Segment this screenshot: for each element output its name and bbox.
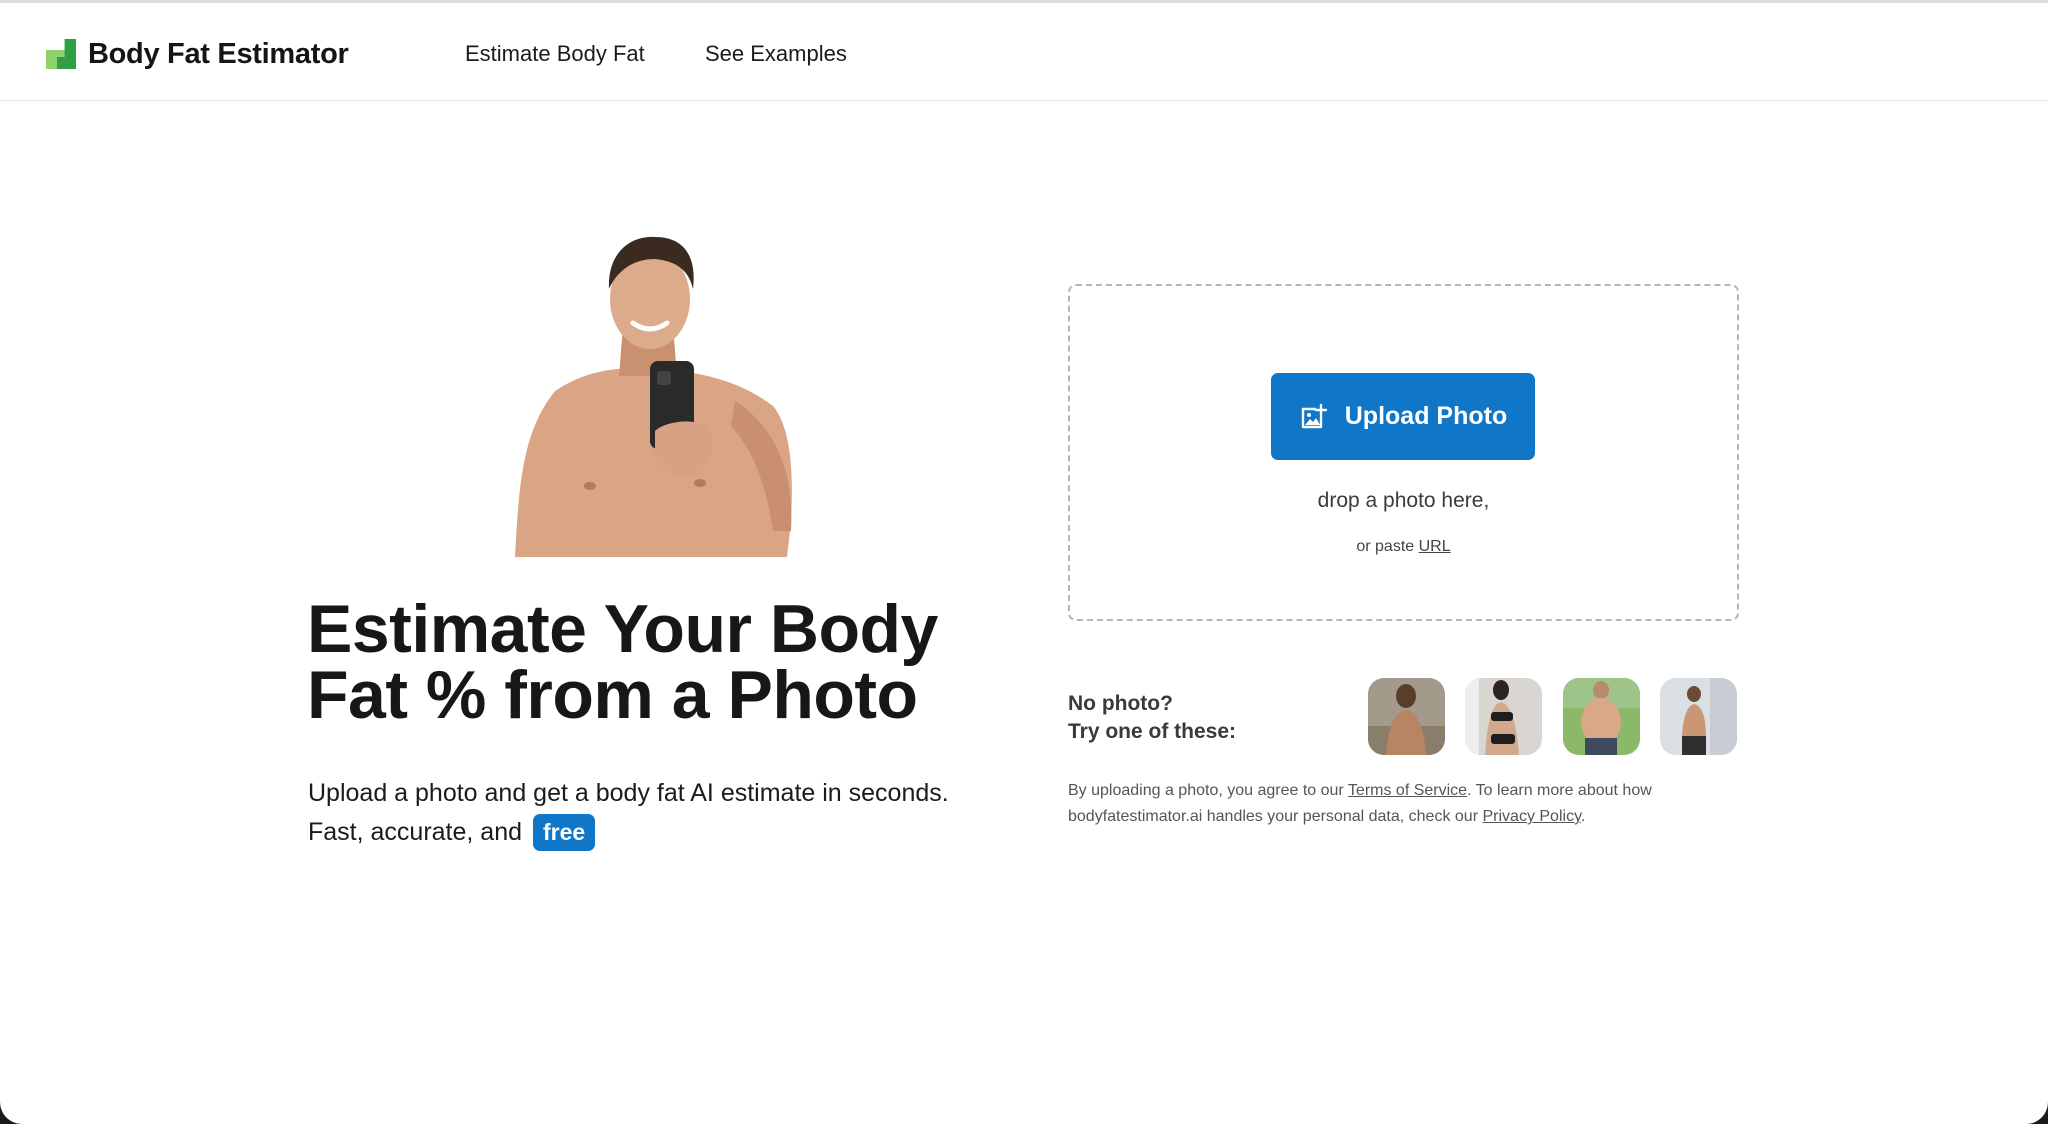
browser-window: Body Fat Estimator Estimate Body Fat See…	[0, 0, 2048, 1124]
site-header: Body Fat Estimator Estimate Body Fat See…	[0, 3, 2048, 101]
examples-prompt-line1: No photo?	[1068, 692, 1173, 715]
brand-logo[interactable]: Body Fat Estimator	[46, 36, 349, 72]
hero-subtitle-line2: Fast, accurate, and	[308, 818, 523, 846]
examples-prompt-line2: Try one of these:	[1068, 720, 1237, 743]
legal-text-3: .	[1580, 808, 1586, 825]
examples-prompt: No photo? Try one of these:	[1068, 690, 1236, 746]
hero-subtitle: Upload a photo and get a body fat AI est…	[308, 774, 1008, 852]
example-photo-4[interactable]	[1660, 678, 1737, 755]
paste-prefix: or paste	[1356, 538, 1415, 555]
hero-title: Estimate Your Body Fat % from a Photo	[307, 591, 938, 733]
upload-photo-button[interactable]: Upload Photo	[1271, 373, 1535, 460]
upload-photo-label: Upload Photo	[1344, 402, 1508, 430]
nav-estimate-body-fat[interactable]: Estimate Body Fat	[465, 41, 645, 67]
logo-icon	[46, 39, 76, 69]
terms-of-service-link[interactable]: Terms of Service	[1348, 782, 1467, 799]
legal-notice: By uploading a photo, you agree to our T…	[1068, 778, 1748, 830]
example-photo-3[interactable]	[1563, 678, 1640, 755]
image-upload-icon	[1301, 403, 1327, 428]
hero-person-image	[515, 236, 792, 557]
hero-subtitle-line1: Upload a photo and get a body fat AI est…	[308, 779, 949, 807]
drop-hint: drop a photo here,	[1317, 489, 1490, 512]
example-photo-1[interactable]	[1368, 678, 1445, 755]
privacy-policy-link[interactable]: Privacy Policy	[1482, 808, 1580, 825]
example-photo-2[interactable]	[1465, 678, 1542, 755]
legal-text-1: By uploading a photo, you agree to our	[1068, 782, 1344, 799]
brand-name: Body Fat Estimator	[88, 37, 349, 70]
paste-hint: or paste URL	[1068, 538, 1739, 556]
paste-url-link[interactable]: URL	[1419, 538, 1451, 555]
nav-see-examples[interactable]: See Examples	[705, 41, 847, 67]
free-badge: free	[532, 814, 596, 851]
